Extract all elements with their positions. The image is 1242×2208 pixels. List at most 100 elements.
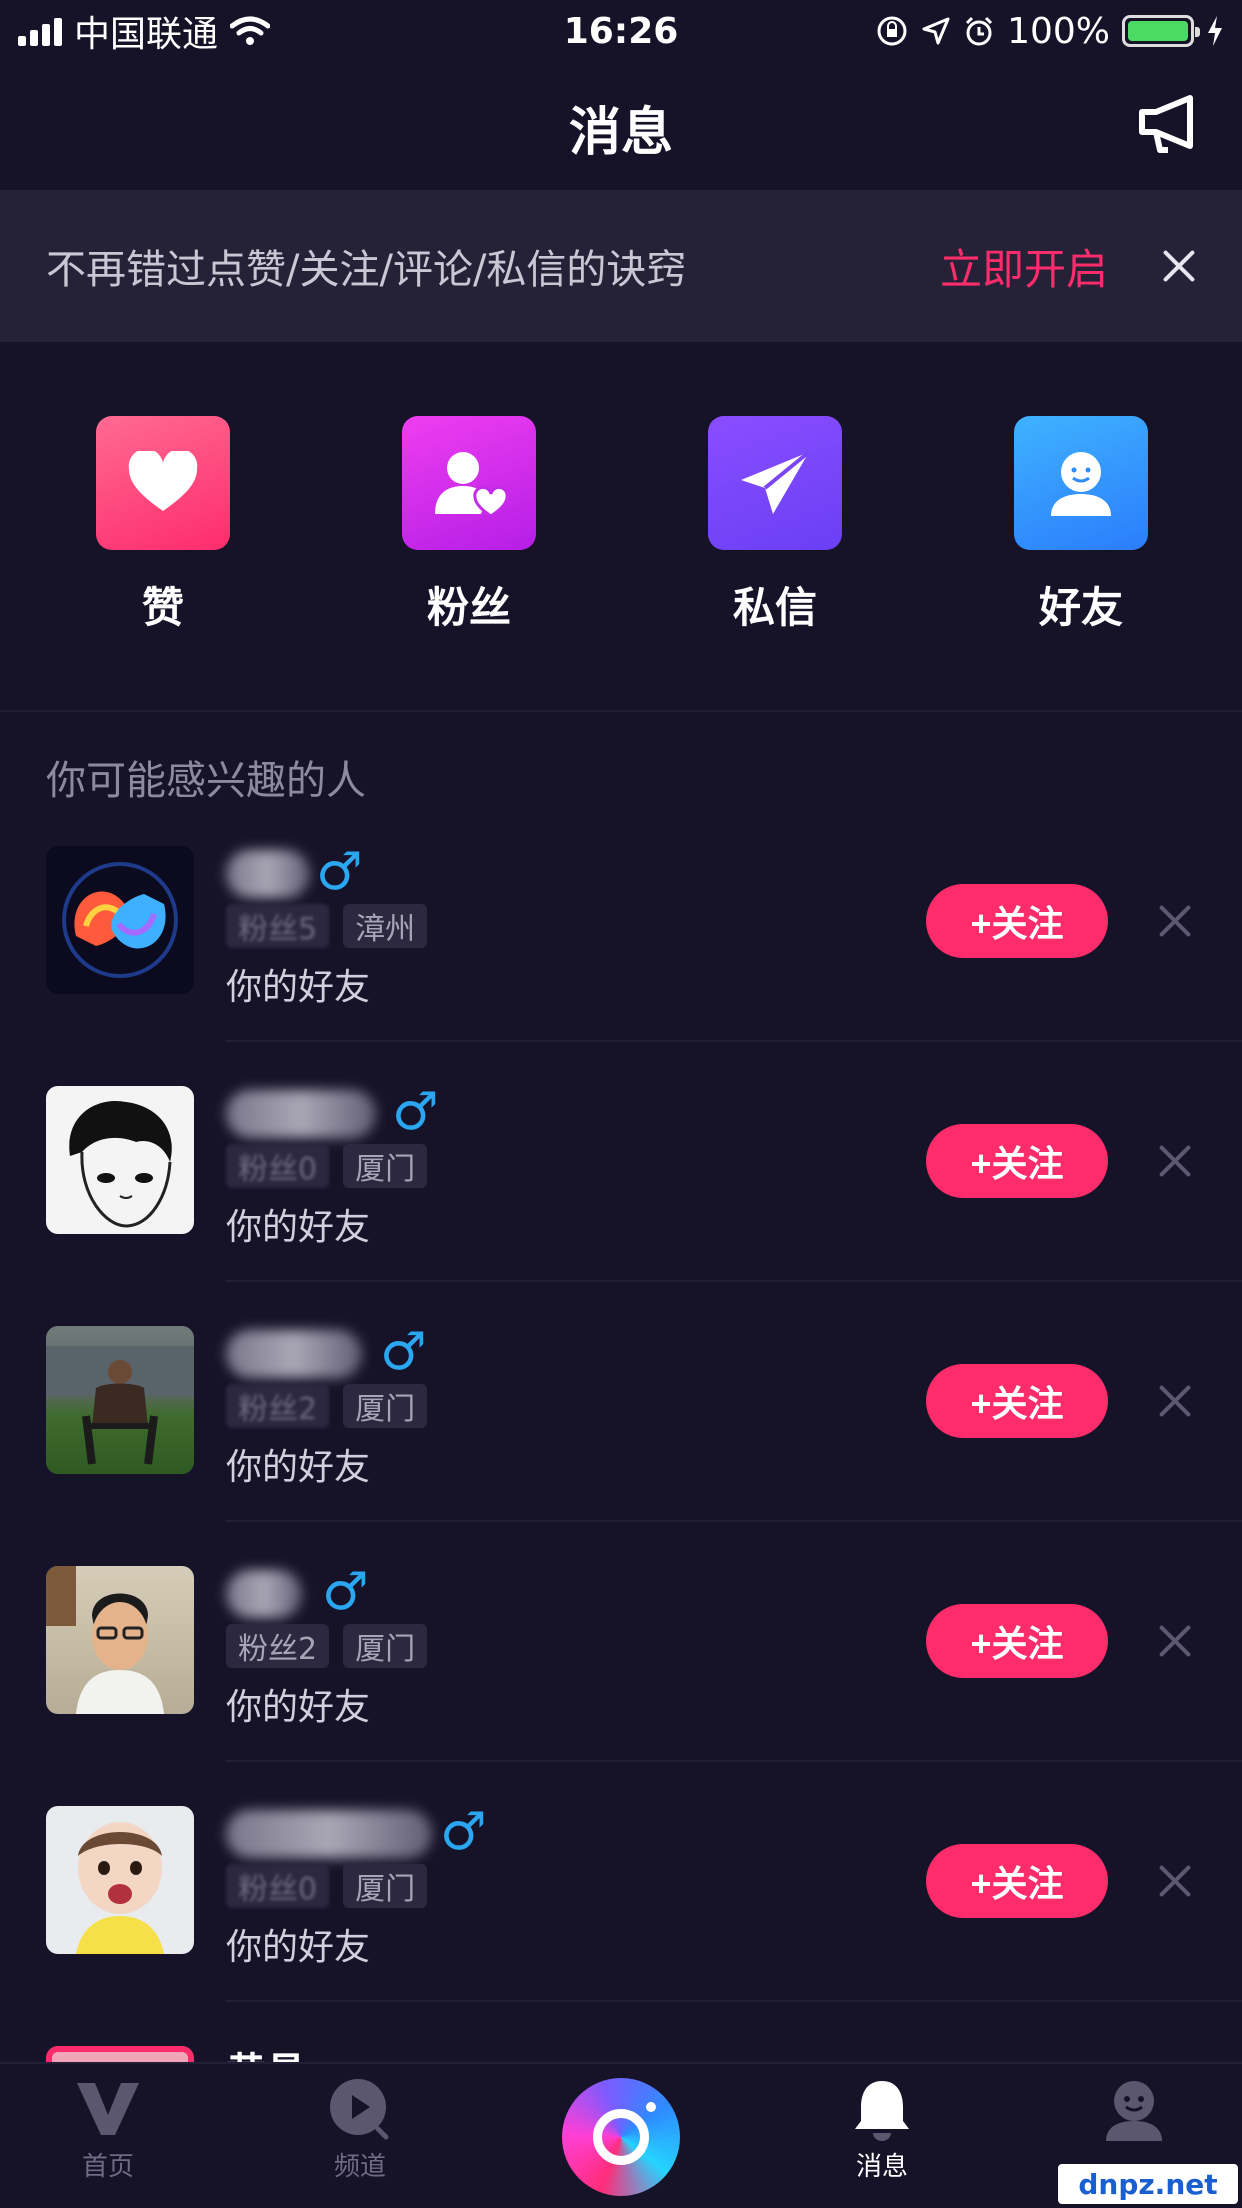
category-fans[interactable]: 粉丝 bbox=[384, 416, 554, 635]
section-divider bbox=[0, 710, 1242, 712]
home-v-icon bbox=[73, 2074, 143, 2144]
tab-channel[interactable]: 频道 bbox=[280, 2074, 440, 2183]
category-label: 粉丝 bbox=[426, 583, 511, 632]
battery-percent: 100% bbox=[1007, 10, 1110, 52]
camera-icon bbox=[593, 2102, 656, 2165]
dismiss-icon[interactable] bbox=[1158, 1624, 1192, 1658]
enable-now-link[interactable]: 立即开启 bbox=[940, 236, 1108, 297]
row-divider bbox=[226, 1520, 1242, 1522]
tab-profile[interactable] bbox=[1054, 2074, 1214, 2146]
follow-button[interactable]: +关注 bbox=[926, 1364, 1108, 1438]
follow-button[interactable]: +关注 bbox=[926, 884, 1108, 958]
username-blurred bbox=[226, 1810, 432, 1858]
category-direct-messages[interactable]: 私信 bbox=[690, 416, 860, 635]
follow-button[interactable]: +关注 bbox=[926, 1604, 1108, 1678]
user-tags: 粉丝0 厦门 bbox=[226, 1144, 428, 1188]
tab-label: 首页 bbox=[81, 2152, 134, 2182]
city-tag: 厦门 bbox=[343, 1384, 428, 1428]
list-item: ♂ 粉丝2 厦门 你的好友 +关注 bbox=[0, 1562, 1242, 1804]
avatar[interactable] bbox=[46, 1806, 194, 1954]
category-label: 私信 bbox=[732, 583, 817, 632]
list-item: ♂ 粉丝0 厦门 你的好友 +关注 bbox=[0, 1802, 1242, 2044]
bell-icon bbox=[847, 2074, 917, 2144]
tab-label: 频道 bbox=[333, 2152, 386, 2182]
username-blurred bbox=[226, 850, 310, 898]
username-blurred bbox=[226, 1090, 376, 1138]
wifi-icon bbox=[230, 16, 271, 45]
dismiss-icon[interactable] bbox=[1158, 1864, 1192, 1898]
carrier-label: 中国联通 bbox=[74, 14, 219, 55]
list-item: ♂ 粉丝0 厦门 你的好友 +关注 bbox=[0, 1082, 1242, 1324]
list-item: ♂ 粉丝2 厦门 你的好友 +关注 bbox=[0, 1322, 1242, 1564]
row-divider bbox=[226, 1280, 1242, 1282]
category-label: 赞 bbox=[141, 583, 184, 632]
fans-count-tag: 粉丝5 bbox=[226, 904, 330, 948]
tab-home[interactable]: 首页 bbox=[28, 2074, 188, 2183]
city-tag: 厦门 bbox=[343, 1864, 428, 1908]
user-tags: 粉丝5 漳州 bbox=[226, 904, 428, 948]
alarm-icon bbox=[966, 16, 993, 46]
dismiss-icon[interactable] bbox=[1158, 904, 1192, 938]
category-likes[interactable]: 赞 bbox=[78, 416, 248, 635]
follow-button[interactable]: +关注 bbox=[926, 1844, 1108, 1918]
profile-icon bbox=[1099, 2074, 1169, 2144]
banner-text: 不再错过点赞/关注/评论/私信的诀窍 bbox=[46, 247, 687, 293]
camera-record-button[interactable] bbox=[562, 2078, 680, 2196]
fans-count-tag: 粉丝2 bbox=[226, 1624, 330, 1668]
row-divider bbox=[226, 1760, 1242, 1762]
paper-plane-icon bbox=[708, 416, 842, 550]
follow-button[interactable]: +关注 bbox=[926, 1124, 1108, 1198]
male-gender-icon: ♂ bbox=[316, 842, 363, 902]
list-item: ♂ 粉丝5 漳州 你的好友 +关注 bbox=[0, 842, 1242, 1084]
male-gender-icon: ♂ bbox=[440, 1802, 487, 1862]
city-tag: 厦门 bbox=[343, 1144, 428, 1188]
location-icon bbox=[922, 17, 950, 45]
megaphone-icon[interactable] bbox=[1136, 92, 1202, 156]
avatar[interactable] bbox=[46, 1326, 194, 1474]
status-left: 中国联通 bbox=[18, 5, 271, 57]
notification-tip-banner: 不再错过点赞/关注/评论/私信的诀窍 立即开启 bbox=[0, 190, 1242, 342]
section-title: 你可能感兴趣的人 bbox=[46, 758, 366, 804]
recommend-reason: 你的好友 bbox=[226, 1687, 371, 1728]
friend-icon bbox=[1014, 416, 1148, 550]
user-tags: 粉丝2 厦门 bbox=[226, 1384, 428, 1428]
status-right: 100% bbox=[875, 11, 1224, 52]
dismiss-icon[interactable] bbox=[1158, 1384, 1192, 1418]
site-watermark: dnpz.net bbox=[1058, 2164, 1238, 2204]
close-icon[interactable] bbox=[1162, 249, 1196, 283]
user-tags: 粉丝2 厦门 bbox=[226, 1624, 428, 1668]
status-bar: 中国联通 16:26 100% bbox=[0, 0, 1242, 62]
dismiss-icon[interactable] bbox=[1158, 1144, 1192, 1178]
recommend-reason: 你的好友 bbox=[226, 1447, 371, 1488]
fans-count-tag: 粉丝0 bbox=[226, 1144, 330, 1188]
row-divider bbox=[226, 1040, 1242, 1042]
navbar: 消息 bbox=[0, 62, 1242, 190]
avatar[interactable] bbox=[46, 1086, 194, 1234]
recommend-reason: 你的好友 bbox=[226, 1927, 371, 1968]
fans-icon bbox=[402, 416, 536, 550]
city-tag: 厦门 bbox=[343, 1624, 428, 1668]
avatar[interactable] bbox=[46, 846, 194, 994]
tab-messages[interactable]: 消息 bbox=[802, 2074, 962, 2183]
heart-icon bbox=[96, 416, 230, 550]
channel-play-icon bbox=[325, 2074, 395, 2144]
male-gender-icon: ♂ bbox=[322, 1562, 369, 1622]
recommend-reason: 你的好友 bbox=[226, 967, 371, 1008]
avatar[interactable] bbox=[46, 1566, 194, 1714]
username-blurred bbox=[226, 1570, 302, 1618]
row-divider bbox=[226, 2000, 1242, 2002]
fans-count-tag: 粉丝2 bbox=[226, 1384, 330, 1428]
battery-icon bbox=[1122, 15, 1200, 47]
charging-icon bbox=[1208, 16, 1222, 46]
username-blurred bbox=[226, 1330, 362, 1378]
male-gender-icon: ♂ bbox=[380, 1322, 427, 1382]
fans-count-tag: 粉丝0 bbox=[226, 1864, 330, 1908]
signal-icon bbox=[18, 16, 62, 46]
category-friends[interactable]: 好友 bbox=[996, 416, 1166, 635]
tab-label: 消息 bbox=[855, 2152, 908, 2182]
user-tags: 粉丝0 厦门 bbox=[226, 1864, 428, 1908]
bottom-tab-bar: 首页 频道 消息 dnpz.net bbox=[0, 2062, 1242, 2208]
male-gender-icon: ♂ bbox=[392, 1082, 439, 1142]
rotation-lock-icon bbox=[877, 16, 907, 46]
recommend-reason: 你的好友 bbox=[226, 1207, 371, 1248]
